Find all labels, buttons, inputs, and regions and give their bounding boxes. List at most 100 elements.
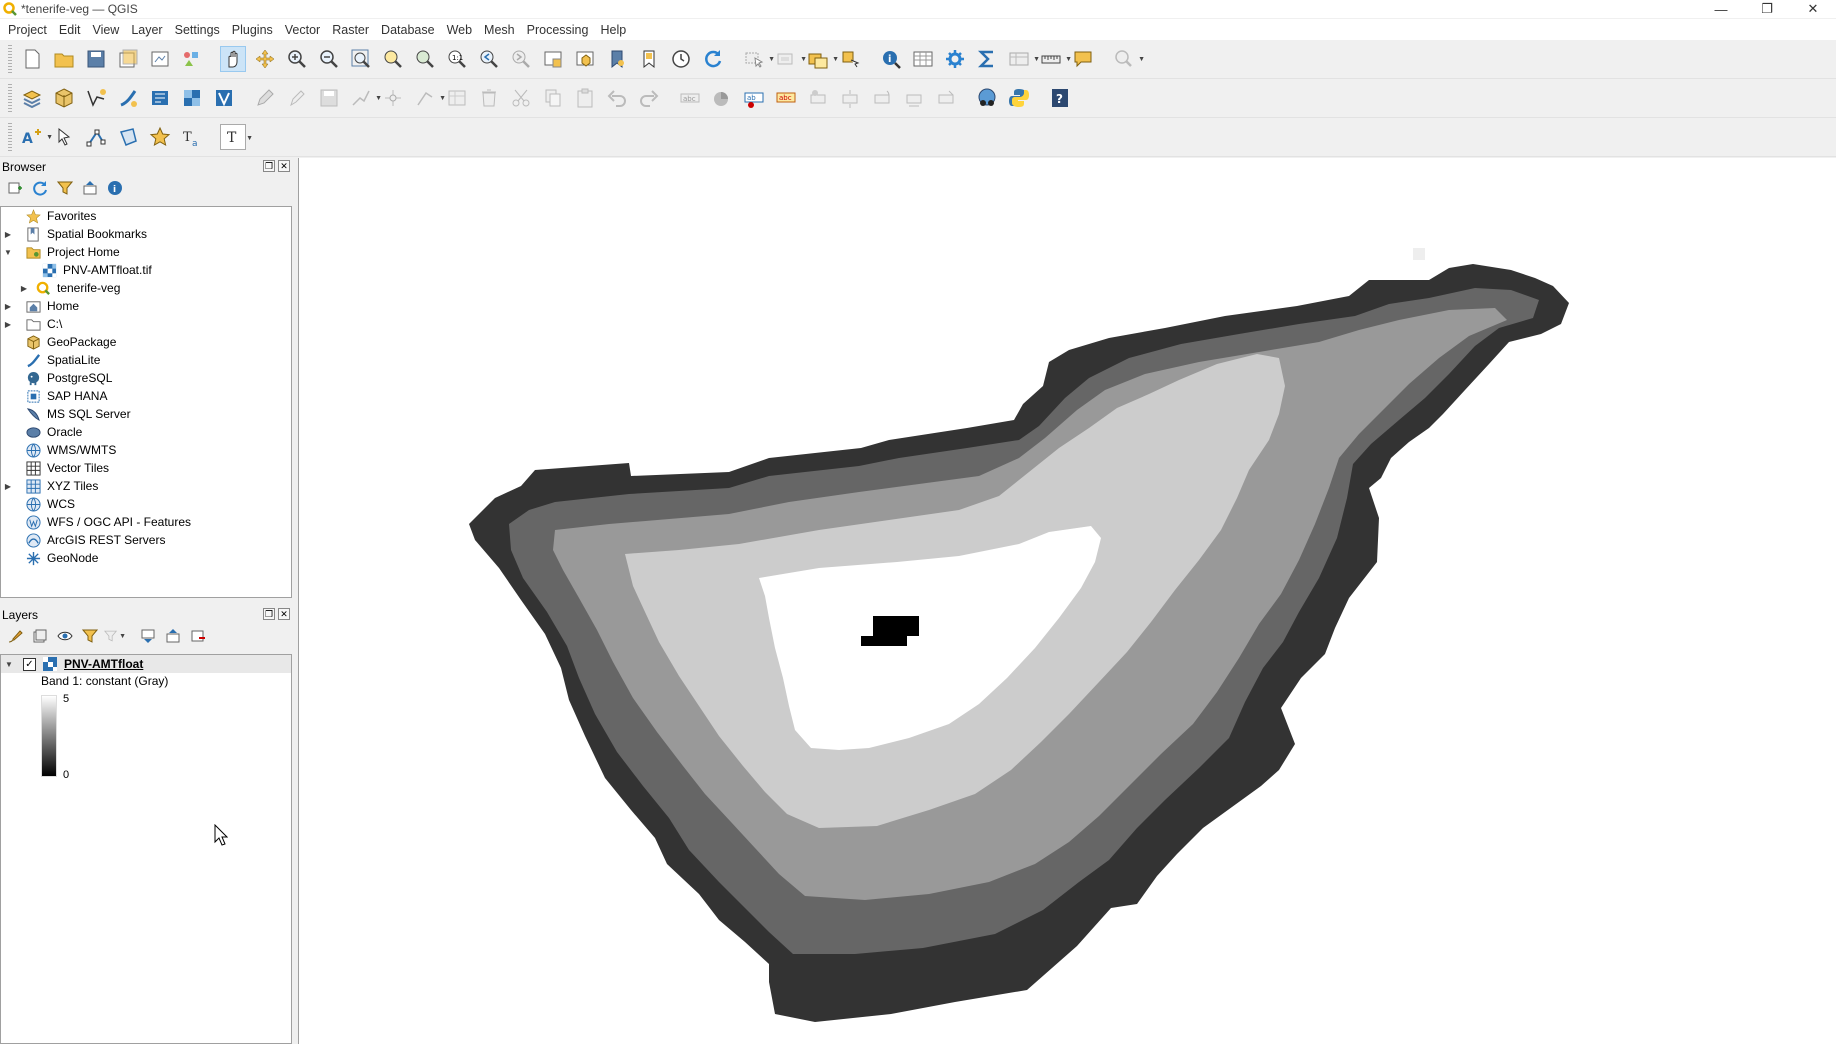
browser-item-geonode[interactable]: GeoNode (1, 549, 291, 567)
text-along-line-button[interactable]: Ta (179, 124, 205, 150)
browser-item-spatialite[interactable]: SpatiaLite (1, 351, 291, 369)
collapse-all-button[interactable] (79, 178, 101, 198)
chevron-right-icon[interactable]: ▶ (19, 284, 29, 293)
browser-item-wfs-ogc-api[interactable]: WFS / OGC API - Features (1, 513, 291, 531)
new-shapefile-layer-button[interactable] (83, 85, 109, 111)
zoom-next-button[interactable] (508, 46, 534, 72)
polygon-annotation-button[interactable] (115, 124, 141, 150)
label-toolbar-extra-button[interactable] (933, 85, 959, 111)
select-location-button[interactable] (837, 46, 863, 72)
delete-selected-button[interactable] (476, 85, 502, 111)
layer-diagram-options-button[interactable] (709, 85, 735, 111)
locator-search-button[interactable]: ▼ (1111, 46, 1145, 72)
float-panel-button[interactable]: ❐ (263, 608, 275, 620)
add-vector-layer-button[interactable] (211, 85, 237, 111)
current-edits-button[interactable] (252, 85, 278, 111)
copy-features-button[interactable] (540, 85, 566, 111)
field-calculator-button[interactable]: ▼ (1006, 46, 1040, 72)
chevron-right-icon[interactable]: ▶ (3, 320, 13, 329)
redo-button[interactable] (636, 85, 662, 111)
layout-manager-button[interactable] (147, 46, 173, 72)
browser-item-tenerife-veg[interactable]: ▶ tenerife-veg (1, 279, 291, 297)
menu-help[interactable]: Help (594, 23, 632, 37)
menu-mesh[interactable]: Mesh (478, 23, 521, 37)
browser-item-postgresql[interactable]: PostgreSQL (1, 369, 291, 387)
menu-processing[interactable]: Processing (521, 23, 595, 37)
layer-item-pnv-amtfloat[interactable]: ▼ ✓ PNV-AMTfloat (1, 655, 291, 673)
quickosm-button[interactable] (974, 85, 1000, 111)
open-project-button[interactable] (51, 46, 77, 72)
menu-view[interactable]: View (86, 23, 125, 37)
toolbar-grip[interactable] (8, 84, 12, 112)
refresh-browser-button[interactable] (29, 178, 51, 198)
zoom-native-resolution-button[interactable]: 1:1 (444, 46, 470, 72)
minimize-button[interactable]: — (1698, 0, 1744, 18)
highlight-pinned-labels-button[interactable]: ab (741, 85, 767, 111)
vertex-tool-button[interactable] (380, 85, 406, 111)
cut-features-button[interactable] (508, 85, 534, 111)
close-panel-button[interactable]: ✕ (278, 608, 290, 620)
browser-item-sap-hana[interactable]: SAP HANA (1, 387, 291, 405)
select-features-button[interactable]: ▼ (741, 46, 775, 72)
temporal-controller-button[interactable] (668, 46, 694, 72)
line-annotation-button[interactable] (83, 124, 109, 150)
show-hide-labels-button[interactable] (805, 85, 831, 111)
pin-unpin-labels-button[interactable]: abc (773, 85, 799, 111)
multi-edit-attributes-button[interactable] (444, 85, 470, 111)
style-manager-button[interactable] (179, 46, 205, 72)
menu-vector[interactable]: Vector (279, 23, 326, 37)
close-panel-button[interactable]: ✕ (278, 160, 290, 172)
browser-item-geopackage[interactable]: GeoPackage (1, 333, 291, 351)
browser-item-spatial-bookmarks[interactable]: ▶ Spatial Bookmarks (1, 225, 291, 243)
zoom-out-button[interactable] (316, 46, 342, 72)
menu-project[interactable]: Project (2, 23, 53, 37)
marker-annotation-button[interactable] (147, 124, 173, 150)
browser-item-wms-wmts[interactable]: WMS/WMTS (1, 441, 291, 459)
open-attribute-table-button[interactable] (910, 46, 936, 72)
filter-browser-button[interactable] (54, 178, 76, 198)
deselect-features-button[interactable]: ▼ (773, 46, 807, 72)
map-canvas[interactable] (298, 158, 1836, 1044)
browser-item-pnv-amtfloat-tif[interactable]: PNV-AMTfloat.tif (1, 261, 291, 279)
toggle-editing-button[interactable] (284, 85, 310, 111)
new-geopackage-layer-button[interactable] (51, 85, 77, 111)
toolbar-grip[interactable] (8, 45, 12, 73)
measure-line-button[interactable]: ▼ (1038, 46, 1072, 72)
text-format-button[interactable]: T ▼ (220, 124, 253, 150)
menu-edit[interactable]: Edit (53, 23, 87, 37)
zoom-last-button[interactable] (476, 46, 502, 72)
chevron-right-icon[interactable]: ▶ (3, 302, 13, 311)
new-map-view-button[interactable] (540, 46, 566, 72)
zoom-to-layer-button[interactable] (412, 46, 438, 72)
save-layer-edits-button[interactable] (316, 85, 342, 111)
properties-widget-button[interactable]: i (104, 178, 126, 198)
new-project-button[interactable] (19, 46, 45, 72)
identify-features-button[interactable]: i (878, 46, 904, 72)
browser-item-oracle[interactable]: Oracle (1, 423, 291, 441)
browser-item-xyz-tiles[interactable]: ▶ XYZ Tiles (1, 477, 291, 495)
zoom-in-button[interactable] (284, 46, 310, 72)
data-source-manager-button[interactable] (19, 85, 45, 111)
browser-item-c-drive[interactable]: ▶ C:\ (1, 315, 291, 333)
pan-to-selection-button[interactable] (252, 46, 278, 72)
browser-item-wcs[interactable]: WCS (1, 495, 291, 513)
browser-item-vector-tiles[interactable]: Vector Tiles (1, 459, 291, 477)
collapse-all-button[interactable] (162, 626, 184, 646)
layer-visibility-checkbox[interactable]: ✓ (23, 657, 36, 671)
expand-all-button[interactable] (137, 626, 159, 646)
browser-item-ms-sql-server[interactable]: MS SQL Server (1, 405, 291, 423)
modify-annotations-button[interactable] (51, 124, 77, 150)
layer-labeling-options-button[interactable]: abc (677, 85, 703, 111)
menu-plugins[interactable]: Plugins (226, 23, 279, 37)
chevron-right-icon[interactable]: ▶ (3, 482, 13, 491)
paste-features-button[interactable] (572, 85, 598, 111)
chevron-right-icon[interactable]: ▶ (3, 230, 13, 239)
select-by-expression-button[interactable]: ▼ (805, 46, 839, 72)
refresh-button[interactable] (700, 46, 726, 72)
pan-map-button[interactable] (220, 46, 246, 72)
add-raster-layer-button[interactable] (179, 85, 205, 111)
chevron-down-icon[interactable]: ▼ (5, 660, 15, 669)
new-print-layout-button[interactable] (115, 46, 141, 72)
processing-toolbox-button[interactable] (942, 46, 968, 72)
modify-attributes-button[interactable]: ▼ (412, 85, 446, 111)
